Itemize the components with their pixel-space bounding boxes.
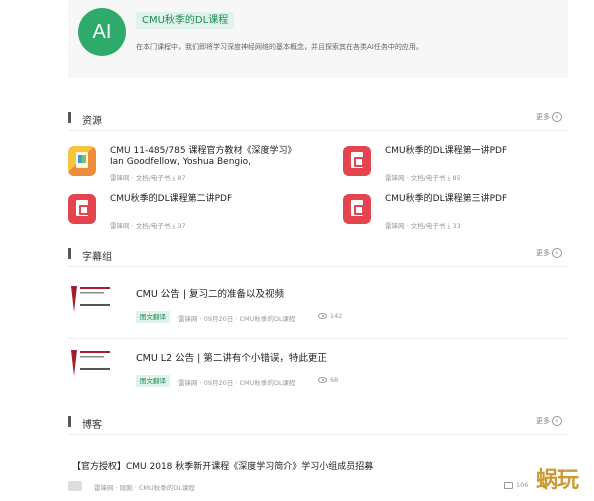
section-bar [68, 112, 71, 123]
comment-count: 106 [504, 481, 528, 489]
view-count: 68 [318, 376, 338, 384]
section-title-subtitles: 字幕组 [82, 252, 112, 263]
comment-count-value: 106 [516, 481, 529, 489]
translation-tag: 图文翻译 [136, 375, 170, 387]
section-header-subtitles: 字幕组 更多 › [68, 246, 568, 263]
course-card[interactable]: AI CMU秋季的DL课程 在本门课程中，我们即将学习深度神经网络的基本概念，并… [68, 0, 568, 78]
view-count: 142 [318, 312, 342, 320]
more-label[interactable]: 更多 [536, 416, 550, 426]
resource-title[interactable]: CMU秋季的DL课程第一讲PDF [385, 146, 585, 157]
chevron-right-icon[interactable]: › [552, 112, 562, 122]
section-title-blog: 博客 [82, 420, 102, 431]
pdf-icon [343, 146, 371, 176]
divider [68, 130, 568, 131]
pdf-icon [343, 194, 371, 224]
colorful-doc-icon [68, 146, 96, 176]
section-bar [68, 416, 71, 427]
resource-meta: 雷锋网 · 文档/电子书 ⤓ 87 [110, 174, 186, 182]
cmu-logo-icon [71, 286, 110, 312]
resource-item[interactable]: CMU秋季的DL课程第三讲PDF 雷锋网 · 文档/电子书 ⤓ 33 [343, 194, 583, 232]
resource-meta: 雷锋网 · 文档/电子书 ⤓ 85 [385, 174, 461, 182]
more-link-resources[interactable]: 更多 › [536, 112, 562, 122]
resource-title[interactable]: CMU 11-485/785 课程官方教材《深度学习》Ian Goodfello… [110, 146, 310, 168]
resource-item[interactable]: CMU秋季的DL课程第一讲PDF 雷锋网 · 文档/电子书 ⤓ 85 [343, 146, 583, 184]
resource-meta: 雷锋网 · 文档/电子书 ⤓ 37 [110, 222, 186, 230]
resource-item[interactable]: CMU秋季的DL课程第二讲PDF 雷锋网 · 文档/电子书 ⤓ 37 [68, 194, 308, 232]
more-label[interactable]: 更多 [536, 248, 550, 258]
course-avatar: AI [78, 8, 126, 56]
blog-title[interactable]: 【官方授权】CMU 2018 秋季新开课程《深度学习简介》学习小组成员招募 [72, 459, 373, 472]
chevron-right-icon[interactable]: › [552, 416, 562, 426]
divider [68, 338, 568, 339]
section-title-resources: 资源 [82, 116, 102, 127]
eye-icon [318, 377, 327, 383]
avatar [68, 481, 82, 491]
blog-meta-row: 雷锋网 · 刚刚 · CMU秋季的DL课程 106 [68, 480, 568, 494]
subtitle-meta: 雷锋网 · 09月20日 · CMU秋季的DL课程 [178, 315, 296, 323]
view-count-value: 68 [330, 376, 339, 384]
pdf-icon [68, 194, 96, 224]
view-count-value: 142 [330, 312, 343, 320]
comment-icon [504, 481, 513, 489]
subtitle-item[interactable]: CMU L2 公告 | 第二讲有个小错误，特此更正 图文翻译 雷锋网 · 09月… [68, 340, 568, 400]
resource-meta: 雷锋网 · 文档/电子书 ⤓ 33 [385, 222, 461, 230]
more-link-subtitles[interactable]: 更多 › [536, 248, 562, 258]
eye-icon [318, 313, 327, 319]
resource-item[interactable]: CMU 11-485/785 课程官方教材《深度学习》Ian Goodfello… [68, 146, 308, 184]
resource-title[interactable]: CMU秋季的DL课程第三讲PDF [385, 194, 585, 205]
divider [68, 266, 568, 267]
chevron-right-icon[interactable]: › [552, 248, 562, 258]
section-bar [68, 248, 71, 259]
watermark-logo: 蜗玩 [536, 468, 579, 493]
more-link-blog[interactable]: 更多 › [536, 416, 562, 426]
blog-meta: 雷锋网 · 刚刚 · CMU秋季的DL课程 [94, 484, 195, 492]
subtitle-item[interactable]: CMU 公告 | 复习二的准备以及视频 图文翻译 雷锋网 · 09月20日 · … [68, 276, 568, 336]
course-tag[interactable]: CMU秋季的DL课程 [136, 12, 235, 29]
divider [68, 434, 568, 435]
more-label[interactable]: 更多 [536, 112, 550, 122]
section-header-resources: 资源 更多 › [68, 110, 568, 127]
subtitle-title[interactable]: CMU 公告 | 复习二的准备以及视频 [136, 286, 284, 300]
resource-title[interactable]: CMU秋季的DL课程第二讲PDF [110, 194, 310, 205]
translation-tag: 图文翻译 [136, 311, 170, 323]
subtitle-meta: 雷锋网 · 09月20日 · CMU秋季的DL课程 [178, 379, 296, 387]
section-header-blog: 博客 更多 › [68, 414, 568, 431]
course-description: 在本门课程中，我们即将学习深度神经网络的基本概念，并且探索其在各类AI任务中的应… [136, 43, 423, 51]
cmu-logo-icon [71, 350, 110, 376]
subtitle-title[interactable]: CMU L2 公告 | 第二讲有个小错误，特此更正 [136, 350, 327, 364]
